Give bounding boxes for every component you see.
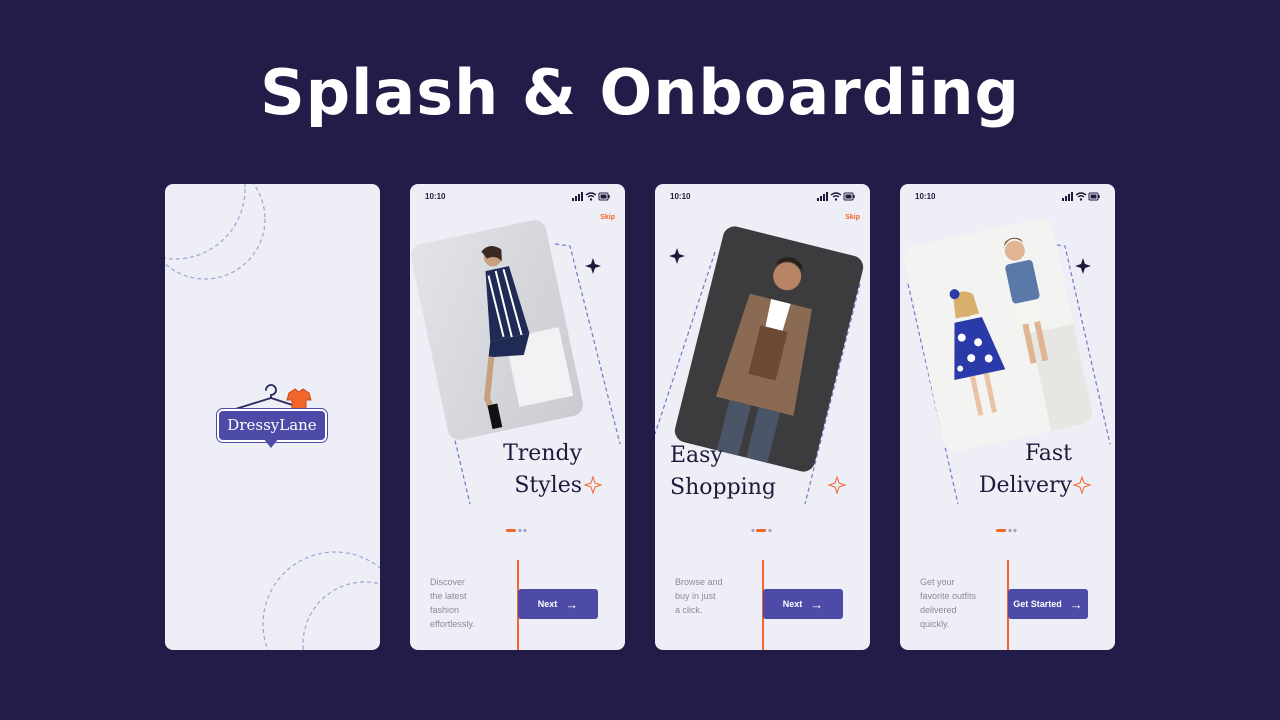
page-indicator: [751, 528, 772, 533]
headline-line-1: Trendy: [503, 441, 582, 466]
sparkle-outline-icon: [1072, 475, 1092, 495]
headline: Fast Delivery: [960, 438, 1072, 502]
sparkle-outline-icon: [583, 475, 603, 495]
sparkle-icon: [1075, 258, 1091, 274]
sparkle-icon: [585, 258, 601, 274]
logo-text: DressyLane: [216, 408, 328, 443]
brand-logo: DressyLane: [215, 380, 329, 452]
get-started-button[interactable]: Get Started →: [1008, 589, 1088, 619]
page-indicator: [996, 528, 1017, 533]
description: Browse and buy in just a click.: [675, 577, 723, 615]
headline: Trendy Styles: [470, 438, 582, 502]
page-title: Splash & Onboarding: [260, 56, 1020, 129]
onboarding-screen-fast-delivery: 10:10 Fast Delivery Get your favorite ou…: [900, 184, 1115, 650]
headline: Easy Shopping: [670, 440, 810, 504]
description: Get your favorite outfits delivered quic…: [920, 577, 977, 629]
onboarding-screen-trendy-styles: 10:10 Skip Trendy Styles Discover the la…: [410, 184, 625, 650]
headline-line-1: Easy: [670, 443, 723, 468]
next-button[interactable]: Next →: [518, 589, 598, 619]
headline-line-1: Fast: [1024, 441, 1072, 466]
arrow-right-icon: →: [565, 596, 579, 612]
splash-screen: DressyLane: [165, 184, 380, 650]
headline-line-2: Shopping: [670, 475, 776, 500]
headline-line-2: Delivery: [978, 473, 1072, 498]
sparkle-icon: [669, 248, 685, 264]
description: Discover the latest fashion effortlessly…: [430, 577, 475, 629]
next-button[interactable]: Next →: [763, 589, 843, 619]
page-indicator: [506, 528, 527, 533]
headline-line-2: Styles: [514, 473, 582, 498]
sparkle-outline-icon: [827, 475, 847, 495]
arrow-right-icon: →: [1069, 596, 1083, 612]
arrow-right-icon: →: [810, 596, 824, 612]
logo-tag-tip: [263, 438, 279, 448]
onboarding-screen-easy-shopping: 10:10 Skip Easy Shopping Browse and buy …: [655, 184, 870, 650]
